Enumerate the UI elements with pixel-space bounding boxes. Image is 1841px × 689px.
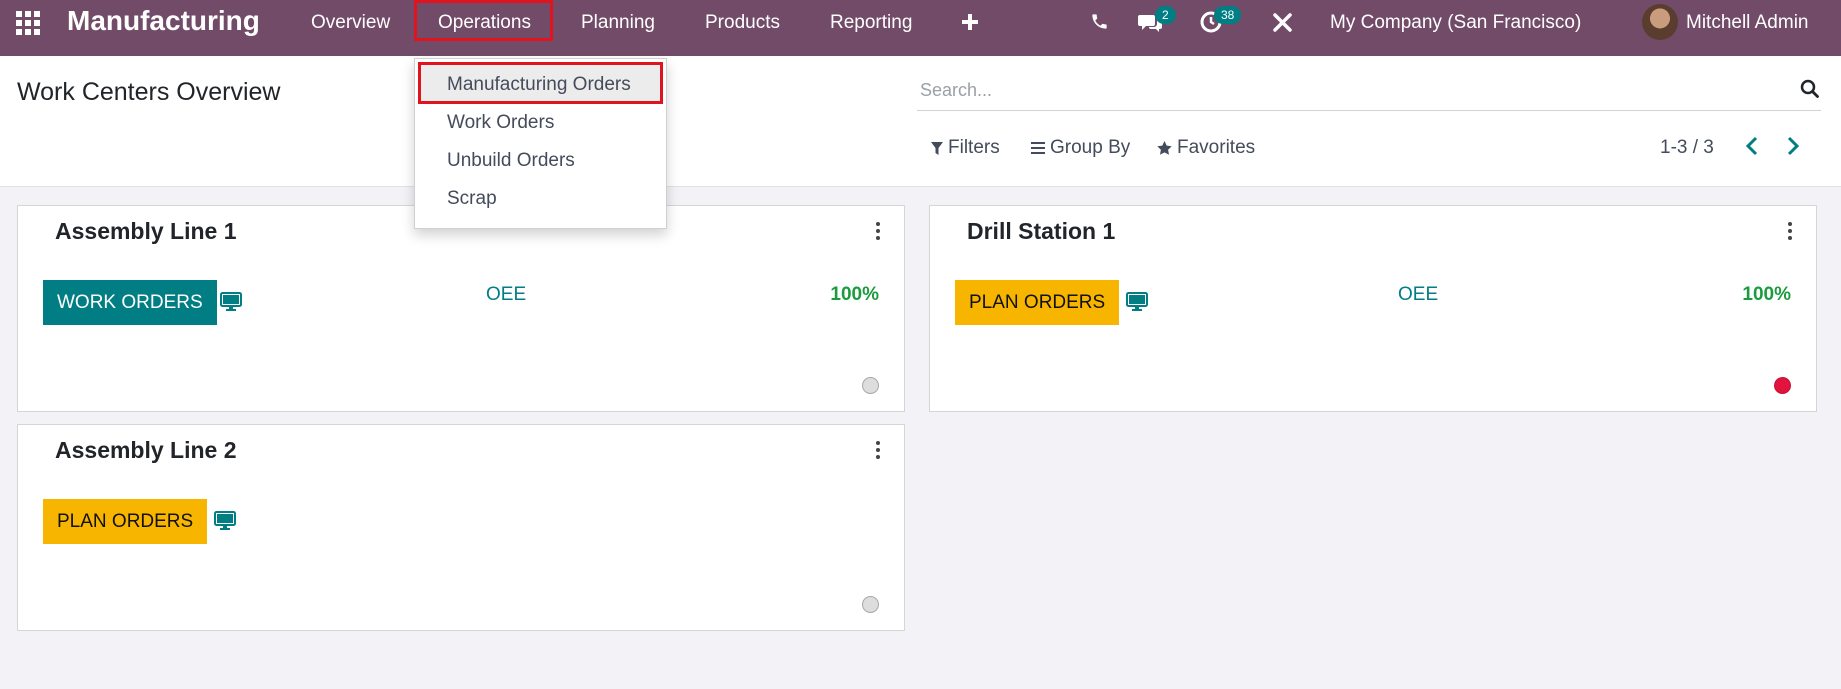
filters-label: Filters xyxy=(948,137,1000,158)
group-by-label: Group By xyxy=(1050,137,1131,158)
favorites-label: Favorites xyxy=(1177,137,1256,158)
kebab-menu-icon[interactable] xyxy=(876,441,880,459)
pager-previous-icon[interactable] xyxy=(1745,136,1759,161)
operations-highlight-box xyxy=(414,0,553,41)
status-dot[interactable] xyxy=(862,377,879,394)
page-title: Work Centers Overview xyxy=(17,78,281,106)
status-dot[interactable] xyxy=(1774,377,1791,394)
kebab-menu-icon[interactable] xyxy=(1788,222,1792,240)
pager-value[interactable]: 1-3 / 3 xyxy=(1660,137,1714,159)
oee-label[interactable]: OEE xyxy=(1398,284,1438,306)
dropdown-item-work-orders[interactable]: Work Orders xyxy=(447,112,554,134)
activities-badge: 38 xyxy=(1214,6,1242,24)
user-menu[interactable]: Mitchell Admin xyxy=(1686,12,1809,34)
star-icon xyxy=(1157,141,1172,155)
group-by-icon xyxy=(1031,142,1045,154)
menu-reporting[interactable]: Reporting xyxy=(830,12,912,34)
workcenter-card-assembly-line-1[interactable]: Assembly Line 1 WORK ORDERS OEE 100% xyxy=(17,205,905,412)
monitor-icon[interactable] xyxy=(1126,292,1148,317)
dropdown-item-scrap[interactable]: Scrap xyxy=(447,188,497,210)
search-icon[interactable] xyxy=(1800,79,1819,103)
menu-planning[interactable]: Planning xyxy=(581,12,655,34)
monitor-icon[interactable] xyxy=(214,511,236,536)
dropdown-item-manufacturing-orders[interactable]: Manufacturing Orders xyxy=(447,74,631,96)
menu-overview[interactable]: Overview xyxy=(311,12,390,34)
group-by-button[interactable]: Group By xyxy=(1031,137,1130,159)
menu-products[interactable]: Products xyxy=(705,12,780,34)
card-title: Assembly Line 2 xyxy=(55,437,237,463)
filters-button[interactable]: Filters xyxy=(931,137,1000,159)
card-title: Drill Station 1 xyxy=(967,218,1116,244)
app-brand[interactable]: Manufacturing xyxy=(67,5,260,37)
search-bar xyxy=(917,71,1821,111)
workcenter-card-drill-station-1[interactable]: Drill Station 1 PLAN ORDERS OEE 100% xyxy=(929,205,1817,412)
card-title: Assembly Line 1 xyxy=(55,218,237,244)
messages-badge: 2 xyxy=(1155,6,1176,24)
monitor-icon[interactable] xyxy=(220,292,242,317)
status-dot[interactable] xyxy=(862,596,879,613)
company-switcher[interactable]: My Company (San Francisco) xyxy=(1330,12,1581,34)
pager-next-icon[interactable] xyxy=(1786,136,1800,161)
plan-orders-button[interactable]: PLAN ORDERS xyxy=(955,280,1120,325)
operations-dropdown: Manufacturing Orders Work Orders Unbuild… xyxy=(414,58,667,229)
oee-label[interactable]: OEE xyxy=(486,284,526,306)
control-panel: Work Centers Overview Filters Group By F… xyxy=(0,56,1841,187)
search-input[interactable] xyxy=(920,77,1740,103)
work-orders-button[interactable]: WORK ORDERS xyxy=(43,280,217,325)
oee-value: 100% xyxy=(830,284,879,305)
debug-tools-icon[interactable] xyxy=(1272,12,1293,38)
user-avatar[interactable] xyxy=(1642,4,1678,40)
kebab-menu-icon[interactable] xyxy=(876,222,880,240)
plus-icon[interactable] xyxy=(961,13,979,36)
apps-menu-icon[interactable] xyxy=(16,11,44,35)
top-navbar: Manufacturing Overview Operations Planni… xyxy=(0,0,1841,56)
phone-icon[interactable] xyxy=(1090,12,1109,36)
workcenter-card-assembly-line-2[interactable]: Assembly Line 2 PLAN ORDERS xyxy=(17,424,905,631)
dropdown-item-unbuild-orders[interactable]: Unbuild Orders xyxy=(447,150,575,172)
filter-icon xyxy=(931,141,943,155)
oee-value: 100% xyxy=(1742,284,1791,305)
plan-orders-button[interactable]: PLAN ORDERS xyxy=(43,499,208,544)
favorites-button[interactable]: Favorites xyxy=(1157,137,1255,159)
